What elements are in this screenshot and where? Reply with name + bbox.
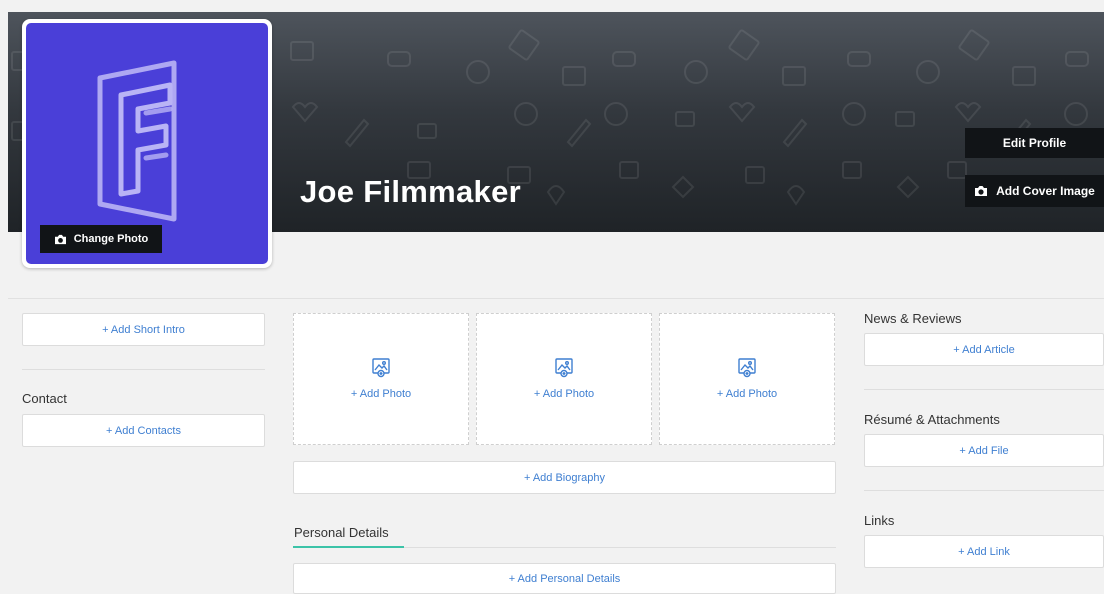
contact-heading: Contact [22,391,67,406]
change-photo-button[interactable]: Change Photo [40,225,162,253]
add-personal-details-button[interactable]: + Add Personal Details [293,563,836,594]
add-image-icon [738,358,756,378]
avatar-image: Change Photo [26,23,268,264]
add-link-button[interactable]: + Add Link [864,535,1104,568]
add-article-label: + Add Article [953,343,1015,356]
add-image-icon [372,358,390,378]
add-photo-label: + Add Photo [350,388,412,400]
add-image-icon [555,358,573,378]
personal-details-heading: Personal Details [294,525,389,540]
right-divider-1 [864,389,1104,390]
add-cover-image-button[interactable]: Add Cover Image [965,175,1104,207]
add-short-intro-label: + Add Short Intro [102,323,185,336]
add-contacts-button[interactable]: + Add Contacts [22,414,265,447]
add-link-label: + Add Link [958,545,1010,558]
add-biography-button[interactable]: + Add Biography [293,461,836,494]
add-photo-slot-1[interactable]: + Add Photo [293,313,469,445]
camera-icon [974,185,988,197]
links-heading: Links [864,513,895,528]
header-divider [8,298,1104,299]
personal-details-underline [293,546,404,548]
add-article-button[interactable]: + Add Article [864,333,1104,366]
add-personal-details-label: + Add Personal Details [508,572,621,585]
right-divider-2 [864,490,1104,491]
edit-profile-label: Edit Profile [1002,136,1067,150]
camera-icon [54,234,67,245]
add-file-button[interactable]: + Add File [864,434,1104,467]
add-file-label: + Add File [959,444,1009,457]
add-biography-label: + Add Biography [523,471,606,484]
resume-attachments-heading: Résumé & Attachments [864,412,1000,427]
edit-profile-button[interactable]: Edit Profile [965,128,1104,158]
add-short-intro-button[interactable]: + Add Short Intro [22,313,265,346]
profile-page: Joe Filmmaker Edit Profile Add Cover Ima… [0,0,1104,594]
profile-name: Joe Filmmaker [300,174,522,209]
add-photo-label: + Add Photo [716,388,778,400]
add-photo-label: + Add Photo [533,388,595,400]
add-photo-slot-3[interactable]: + Add Photo [659,313,835,445]
change-photo-label: Change Photo [73,233,149,245]
news-reviews-heading: News & Reviews [864,311,962,326]
add-photo-slot-2[interactable]: + Add Photo [476,313,652,445]
add-cover-image-label: Add Cover Image [996,184,1095,198]
left-divider [22,369,265,370]
add-contacts-label: + Add Contacts [106,424,181,437]
profile-avatar: Change Photo [22,19,272,268]
